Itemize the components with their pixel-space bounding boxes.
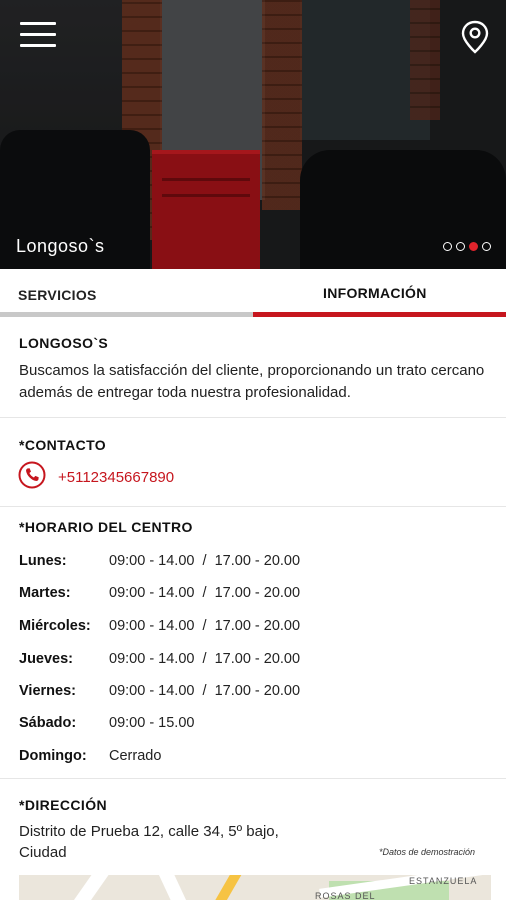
hours-time: Cerrado — [109, 748, 162, 764]
address-section: *DIRECCIÓN Distrito de Prueba 12, calle … — [0, 779, 506, 900]
tab-bar: SERVICIOS INFORMACIÓN — [0, 269, 506, 317]
address-text: Distrito de Prueba 12, calle 34, 5º bajo… — [19, 821, 319, 863]
phone-link[interactable]: +5112345667890 — [18, 461, 174, 494]
phone-number[interactable]: +5112345667890 — [58, 469, 174, 486]
phone-icon — [18, 461, 46, 494]
hours-time: 09:00 - 14.00 / 17.00 - 20.00 — [109, 618, 301, 634]
tab-label: SERVICIOS — [18, 287, 97, 303]
hours-time: 09:00 - 14.00 / 17.00 - 20.00 — [109, 683, 301, 699]
tab-label: INFORMACIÓN — [323, 285, 427, 301]
business-name: LONGOSO`S — [19, 335, 109, 351]
hours-day: Miércoles: — [19, 618, 91, 634]
hero-photo-overlay — [0, 0, 506, 269]
map-label: ESTANZUELA — [409, 876, 478, 886]
hero-title: Longoso`s — [16, 236, 105, 256]
map-main-road — [204, 875, 244, 900]
hamburger-menu-icon[interactable] — [20, 22, 56, 48]
map-road — [63, 875, 109, 900]
demo-data-note: *Datos de demostración — [379, 847, 476, 857]
hours-title: *HORARIO DEL CENTRO — [19, 519, 193, 535]
business-description: Buscamos la satisfacción del cliente, pr… — [19, 362, 485, 401]
hours-day: Domingo: — [19, 748, 87, 764]
about-section: LONGOSO`S Buscamos la satisfacción del c… — [0, 317, 506, 418]
map-label: ROSAS DEL — [315, 891, 376, 900]
hours-day: Sábado: — [19, 715, 77, 731]
map-pin-icon[interactable] — [460, 20, 490, 54]
hero-banner[interactable]: Longoso`s — [0, 0, 506, 269]
carousel-dot-active[interactable] — [469, 242, 478, 251]
contact-section: *CONTACTO +5112345667890 — [0, 418, 506, 507]
hours-day: Jueves: — [19, 651, 74, 667]
carousel-dot[interactable] — [443, 242, 452, 251]
carousel-dot[interactable] — [482, 242, 491, 251]
address-line: Ciudad — [19, 844, 67, 861]
address-title: *DIRECCIÓN — [19, 797, 108, 813]
map-road — [156, 875, 196, 900]
hours-time: 09:00 - 14.00 / 17.00 - 20.00 — [109, 553, 301, 569]
hours-time: 09:00 - 14.00 / 17.00 - 20.00 — [109, 585, 301, 601]
hours-day: Viernes: — [19, 683, 76, 699]
carousel-dot[interactable] — [456, 242, 465, 251]
tab-servicios[interactable]: SERVICIOS — [0, 269, 253, 317]
contact-title: *CONTACTO — [19, 437, 107, 453]
opening-hours-section: *HORARIO DEL CENTRO Lunes: 09:00 - 14.00… — [0, 507, 506, 779]
hours-day: Martes: — [19, 585, 71, 601]
carousel-indicator[interactable] — [443, 242, 491, 251]
location-map[interactable]: ESTANZUELA ROSAS DEL — [19, 875, 491, 900]
tab-informacion[interactable]: INFORMACIÓN — [253, 269, 506, 317]
hours-time: 09:00 - 15.00 — [109, 715, 195, 731]
hours-time: 09:00 - 14.00 / 17.00 - 20.00 — [109, 651, 301, 667]
address-line: Distrito de Prueba 12, calle 34, 5º bajo… — [19, 823, 279, 840]
hours-day: Lunes: — [19, 553, 67, 569]
